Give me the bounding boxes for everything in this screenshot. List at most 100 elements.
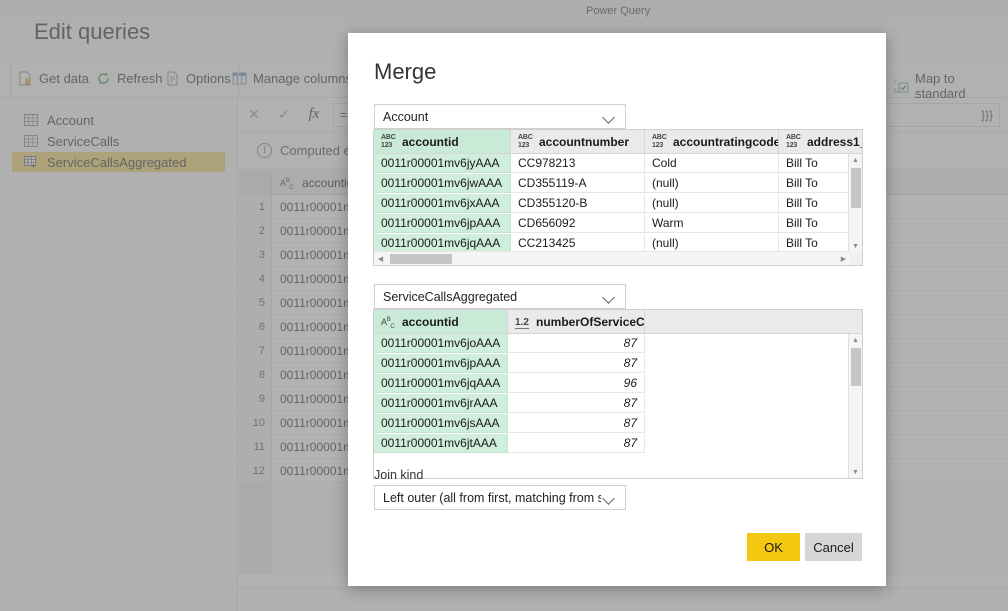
sidebar-item-servicecallsaggregated[interactable]: ServiceCallsAggregated [12,152,225,172]
ribbon-button-map-to-standard[interactable]: Map to standard [894,71,1008,101]
table-cell[interactable]: 0011r00001mv6jwAAA [374,174,511,193]
table-cell[interactable]: 0011r00001mv6jrAAA [374,394,508,413]
scroll-right-icon[interactable]: ▶ [837,252,850,265]
table-cell[interactable]: 87 [508,334,645,353]
scroll-up-icon[interactable]: ▲ [849,154,862,167]
row-number: 9 [239,387,272,410]
check-icon[interactable]: ✓ [269,103,299,127]
row-number: 3 [239,243,272,266]
background-column-label: accountid [302,176,353,190]
table-row[interactable]: 0011r00001mv6jsAAA87 [374,414,862,434]
table-cell[interactable]: CD355119-A [511,174,645,193]
second-table-vscroll-thumb[interactable] [851,348,861,386]
ribbon-label-get-data: Get data [39,71,89,86]
close-icon[interactable]: ✕ [239,103,269,127]
scroll-up-icon[interactable]: ▲ [849,334,862,347]
second-table-col-label-1: numberOfServiceCalls [536,315,645,329]
fx-icon[interactable]: fx [299,103,329,127]
table-cell[interactable]: (null) [645,194,779,213]
first-table-preview: ABC123 accountid ABC123 accountnumber AB… [373,129,863,266]
table-cell[interactable]: CD355120-B [511,194,645,213]
table-cell[interactable]: 87 [508,434,645,453]
table-cell[interactable]: (null) [645,174,779,193]
table-cell[interactable]: 87 [508,354,645,373]
table-cell[interactable]: 0011r00001mv6jxAAA [374,194,511,213]
scroll-left-icon[interactable]: ◀ [374,252,387,265]
table-row[interactable]: 0011r00001mv6jpAAA87 [374,354,862,374]
table-cell[interactable]: 0011r00001mv6joAAA [374,334,508,353]
first-table-col-accountid[interactable]: ABC123 accountid [374,130,511,153]
first-table-col-accountratingcode[interactable]: ABC123 accountratingcode [645,130,779,153]
first-query-value: Account [383,110,601,124]
second-table-vscrollbar[interactable]: ▲ ▼ [848,334,862,479]
second-table-header-row: ABC accountid 1.2 numberOfServiceCalls [374,310,862,334]
row-number: 1 [239,195,272,218]
ribbon-button-get-data[interactable]: Get data [18,71,89,86]
computed-table-icon [24,155,39,170]
join-kind-label: Join kind [374,468,423,482]
formula-tail: }}} [981,108,993,122]
table-row[interactable]: 0011r00001mv6jxAAACD355120-B(null)Bill T… [374,194,862,214]
ok-button[interactable]: OK [747,533,800,561]
second-query-dropdown[interactable]: ServiceCallsAggregated [374,284,626,309]
refresh-icon [96,71,111,86]
table-cell[interactable]: 0011r00001mv6jyAAA [374,154,511,173]
table-cell[interactable]: 0011r00001mv6jsAAA [374,414,508,433]
table-cell[interactable]: CD656092 [511,214,645,233]
table-cell[interactable]: 0011r00001mv6jtAAA [374,434,508,453]
chevron-down-icon [601,109,617,125]
table-cell[interactable]: Cold [645,154,779,173]
first-table-col-label-1: accountnumber [539,135,629,149]
second-table-col-accountid[interactable]: ABC accountid [374,310,508,333]
decimal-type-icon: 1.2 [515,314,531,330]
table-cell[interactable]: 0011r00001mv6jpAAA [374,354,508,373]
chevron-down-icon [601,289,617,305]
table-cell[interactable]: 96 [508,374,645,393]
manage-columns-icon [232,71,247,86]
first-table-col-label-0: accountid [402,135,459,149]
table-cell[interactable]: 0011r00001mv6jqAAA [374,374,508,393]
table-row[interactable]: 0011r00001mv6jqAAA96 [374,374,862,394]
sidebar-label-servicecalls: ServiceCalls [47,134,119,149]
first-table-hscroll-thumb[interactable] [390,254,452,264]
table-row[interactable]: 0011r00001mv6jrAAA87 [374,394,862,414]
cancel-button[interactable]: Cancel [805,533,862,561]
table-row[interactable]: 0011r00001mv6jpAAACD656092WarmBill To [374,214,862,234]
table-cell[interactable]: Warm [645,214,779,233]
first-table-hscrollbar[interactable]: ◀ ▶ [374,251,863,265]
table-row[interactable]: 0011r00001mv6jwAAACD355119-A(null)Bill T… [374,174,862,194]
ribbon-button-options[interactable]: Options [165,71,231,86]
ribbon-label-map-to-standard: Map to standard [915,71,1008,101]
second-table-col-filler [645,310,863,333]
join-kind-dropdown[interactable]: Left outer (all from first, matching fro… [374,485,626,510]
table-cell[interactable]: 87 [508,414,645,433]
first-table-vscrollbar[interactable]: ▲ ▼ [848,154,862,253]
row-number: 5 [239,291,272,314]
scrollbar-corner [850,251,863,265]
ribbon-button-refresh[interactable]: Refresh [96,71,163,86]
page-title: Edit queries [34,19,150,45]
first-table-vscroll-thumb[interactable] [851,168,861,208]
first-query-dropdown[interactable]: Account [374,104,626,129]
any-type-icon: ABC123 [786,134,802,150]
first-table-col-label-3: address1_addr [807,135,863,149]
table-row[interactable]: 0011r00001mv6jtAAA87 [374,434,862,454]
row-number: 12 [239,459,272,482]
scroll-down-icon[interactable]: ▼ [849,466,862,479]
get-data-icon [18,71,33,86]
table-cell[interactable]: CC978213 [511,154,645,173]
sidebar-item-account[interactable]: Account [12,110,225,130]
row-number: 7 [239,339,272,362]
table-cell[interactable]: 87 [508,394,645,413]
table-row[interactable]: 0011r00001mv6jyAAACC978213ColdBill To [374,154,862,174]
ribbon-label-options: Options [186,71,231,86]
grid-status-bar [239,587,1008,611]
first-table-col-address1[interactable]: ABC123 address1_addr [779,130,863,153]
second-table-col-numberofservicecalls[interactable]: 1.2 numberOfServiceCalls [508,310,645,333]
table-row[interactable]: 0011r00001mv6joAAA87 [374,334,862,354]
sidebar-item-servicecalls[interactable]: ServiceCalls [12,131,225,151]
ribbon-button-manage-columns[interactable]: Manage columns [232,71,352,86]
table-cell[interactable]: 0011r00001mv6jpAAA [374,214,511,233]
first-table-col-accountnumber[interactable]: ABC123 accountnumber [511,130,645,153]
formula-equals: = [340,108,347,122]
